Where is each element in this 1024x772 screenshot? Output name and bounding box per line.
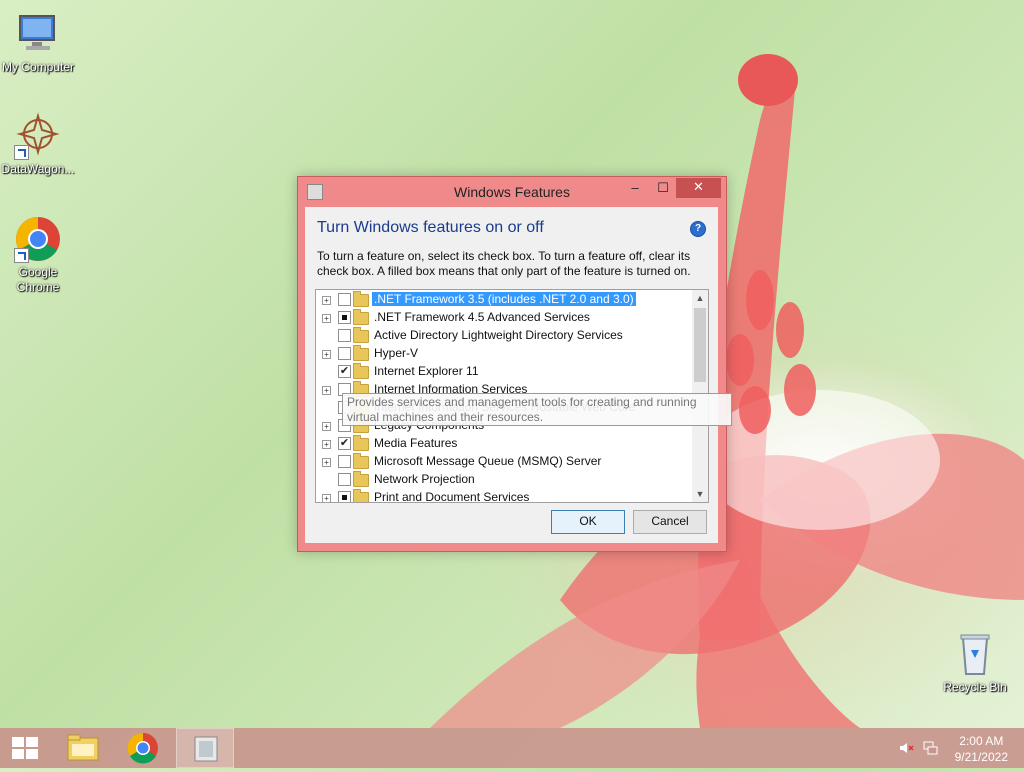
windows-logo-icon <box>12 737 38 759</box>
desktop-icon-google-chrome[interactable]: Google Chrome <box>0 215 76 295</box>
taskbar-windows-features[interactable] <box>176 728 234 768</box>
folder-icon <box>353 471 369 487</box>
feature-row[interactable]: + Microsoft Message Queue (MSMQ) Server <box>316 453 691 471</box>
desktop-icon-my-computer[interactable]: My Computer <box>0 10 76 75</box>
folder-icon <box>353 309 369 325</box>
feature-row[interactable]: Network Projection <box>316 471 691 489</box>
volume-muted-icon[interactable] <box>898 741 914 755</box>
recycle-bin-icon <box>951 630 999 678</box>
taskbar-file-explorer[interactable] <box>56 728 112 768</box>
folder-icon <box>353 435 369 451</box>
feature-checkbox[interactable] <box>338 311 351 324</box>
datawagon-icon <box>14 112 62 160</box>
network-icon[interactable] <box>922 741 938 755</box>
expand-icon[interactable]: + <box>322 314 331 323</box>
clock-time: 2:00 AM <box>959 734 1004 748</box>
folder-icon <box>353 453 369 469</box>
expand-icon[interactable]: + <box>322 440 331 449</box>
feature-checkbox[interactable]: ✔ <box>338 437 351 450</box>
feature-label: Internet Explorer 11 <box>374 364 479 378</box>
expand-icon[interactable]: + <box>322 458 331 467</box>
shortcut-arrow-icon <box>14 248 29 263</box>
feature-label: Active Directory Lightweight Directory S… <box>374 328 623 342</box>
feature-label: Media Features <box>374 436 458 450</box>
ok-button[interactable]: OK <box>551 510 625 534</box>
taskbar-google-chrome[interactable] <box>115 728 171 768</box>
feature-checkbox[interactable]: ✔ <box>338 365 351 378</box>
feature-row[interactable]: + ✔ Media Features <box>316 435 691 453</box>
feature-row[interactable]: + Hyper-V <box>316 345 691 363</box>
feature-label: Microsoft Message Queue (MSMQ) Server <box>374 454 602 468</box>
feature-checkbox[interactable] <box>338 455 351 468</box>
file-explorer-icon <box>67 734 99 761</box>
desktop-icon-label: Recycle Bin <box>943 680 1007 694</box>
clock-date: 9/21/2022 <box>954 750 1008 764</box>
feature-label: Network Projection <box>374 472 475 486</box>
minimize-button[interactable]: – <box>622 179 648 199</box>
scroll-up-icon[interactable]: ▲ <box>692 290 708 306</box>
desktop-icon-label: DataWagon... <box>1 162 75 176</box>
chrome-icon <box>14 215 62 263</box>
feature-row[interactable]: + .NET Framework 3.5 (includes .NET 2.0 a… <box>316 291 691 309</box>
folder-icon <box>353 489 369 502</box>
feature-label: .NET Framework 3.5 (includes .NET 2.0 an… <box>372 292 636 306</box>
expand-icon[interactable]: + <box>322 494 331 502</box>
dialog-heading: Turn Windows features on or off <box>317 219 544 236</box>
feature-checkbox[interactable] <box>338 347 351 360</box>
windows-features-window: Windows Features – ☐ ✕ Turn Windows feat… <box>297 176 732 552</box>
feature-checkbox[interactable] <box>338 473 351 486</box>
desktop-icon-label: Google Chrome <box>16 265 60 294</box>
dialog-client-area: Turn Windows features on or off ? To tur… <box>305 207 732 543</box>
title-bar[interactable]: Windows Features – ☐ ✕ <box>298 177 726 205</box>
feature-row[interactable]: ✔ Internet Explorer 11 <box>316 363 691 381</box>
computer-icon <box>14 10 62 58</box>
taskbar: 2:00 AM 9/21/2022 <box>0 728 1024 768</box>
maximize-button[interactable]: ☐ <box>650 179 676 199</box>
chrome-icon <box>127 732 158 764</box>
shortcut-arrow-icon <box>14 145 29 160</box>
feature-checkbox[interactable] <box>338 491 351 502</box>
desktop-icon-label: My Computer <box>1 60 75 74</box>
folder-icon <box>353 327 369 343</box>
expand-icon[interactable]: + <box>322 386 331 395</box>
expand-icon[interactable]: + <box>322 296 331 305</box>
feature-checkbox[interactable] <box>338 293 351 306</box>
desktop-icon-datawagon[interactable]: DataWagon... <box>0 112 76 177</box>
start-button[interactable] <box>0 728 56 768</box>
expand-icon[interactable]: + <box>322 422 331 431</box>
close-button[interactable]: ✕ <box>676 178 721 198</box>
help-icon[interactable]: ? <box>690 221 706 237</box>
system-clock[interactable]: 2:00 AM 9/21/2022 <box>955 733 1008 765</box>
feature-label: Hyper-V <box>374 346 419 360</box>
expand-icon[interactable]: + <box>322 350 331 359</box>
feature-label: Print and Document Services <box>374 490 530 503</box>
feature-label: .NET Framework 4.5 Advanced Services <box>374 310 590 324</box>
feature-row[interactable]: Active Directory Lightweight Directory S… <box>316 327 691 345</box>
folder-icon <box>353 291 369 307</box>
scroll-down-icon[interactable]: ▼ <box>692 486 708 502</box>
cancel-button[interactable]: Cancel <box>633 510 707 534</box>
feature-row[interactable]: + Print and Document Services <box>316 489 691 503</box>
windows-features-icon <box>194 736 218 762</box>
dialog-description: To turn a feature on, select its check b… <box>317 249 691 278</box>
folder-icon <box>353 363 369 379</box>
feature-row[interactable]: + .NET Framework 4.5 Advanced Services <box>316 309 691 327</box>
feature-tooltip: Provides services and management tools f… <box>342 393 732 426</box>
folder-icon <box>353 345 369 361</box>
scrollbar-thumb[interactable] <box>694 308 706 382</box>
feature-checkbox[interactable] <box>338 329 351 342</box>
desktop-icon-recycle-bin[interactable]: Recycle Bin <box>937 630 1013 695</box>
